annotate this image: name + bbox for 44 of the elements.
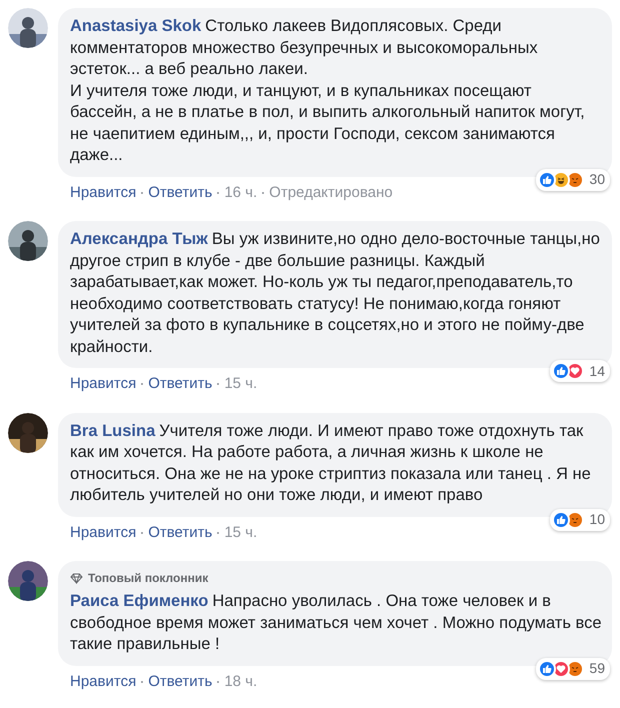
dot-separator: [217, 532, 220, 534]
timestamp: 18 ч.: [224, 672, 258, 692]
diamond-icon: [70, 572, 83, 584]
comment-text: Раиса Ефименко Напрасно уволилась . Она тоже человек и в свободное время может заниматься чем хочет . Можно подумать все такие правильные !: [70, 591, 602, 655]
like-icon: [538, 170, 556, 188]
dot-separator: [141, 680, 144, 683]
comment-text: Bra Lusina Учителя тоже люди. И имеют право тоже отдохнуть так как им хочется. На работе работа, а личная жизнь к школе не относиться. Она же не на уроке стриптиз показала или танец . Я не любитель учителей но они тоже люди, и имеют право: [70, 420, 592, 506]
comment-text: Anastasiya Skok Столько лакеев Видоплясовых. Среди комментаторов множество безупречных и высокоморальных эстеток... а веб реально лакеи. И учителя тоже люди, и танцуют, и в купальниках посещают бассейн, а не в платье в пол, и выпить алкогольный напиток могут, не чаепитием единым,,, и, прости Господи, сексом занимаются даже...: [70, 16, 586, 166]
action-link[interactable]: Нравится: [70, 182, 136, 204]
action-link[interactable]: Нравится: [70, 522, 136, 544]
action-link[interactable]: Ответить: [148, 373, 212, 396]
reaction-count: 14: [589, 362, 605, 380]
reaction-count: 10: [589, 510, 605, 529]
like-icon: [538, 660, 556, 678]
badge-label: Топовый поклонник: [88, 570, 208, 587]
timestamp: 15 ч.: [224, 522, 258, 542]
dot-separator: [217, 680, 220, 683]
reactions-pill[interactable]: 14: [550, 360, 610, 382]
action-link[interactable]: Ответить: [148, 522, 212, 544]
timestamp: 15 ч.: [224, 374, 258, 394]
reactions-pill[interactable]: 30: [536, 168, 610, 190]
reaction-count: 59: [589, 659, 605, 678]
author-link[interactable]: Anastasiya Skok: [70, 17, 202, 35]
reactions-pill[interactable]: 10: [550, 508, 610, 530]
like-icon: [552, 362, 570, 380]
dot-separator: [262, 192, 264, 194]
timestamp: 16 ч.: [224, 182, 258, 202]
dot-separator: [217, 383, 220, 386]
dot-separator: [141, 192, 144, 194]
comment-text: Александра Тыж Вы уж извините,но одно дело-восточные танцы,но другое стрип в клубе - две большие разницы. Каждый зарабатывает,как может. Но-коль уж ты педагог,преподаватель,то необходимо соответствовать статусу! Не понимаю,когда гоняют учителей за фото в купальнике в соцсетях,но и этого не пойму-две крайности.: [70, 229, 601, 358]
dot-separator: [217, 192, 220, 194]
dot-separator: [141, 383, 144, 386]
reactions-pill[interactable]: 59: [536, 658, 610, 680]
like-icon: [552, 510, 570, 528]
author-link[interactable]: Александра Тыж: [70, 230, 208, 248]
action-link[interactable]: Ответить: [148, 182, 212, 204]
author-link[interactable]: Раиса Ефименко: [70, 592, 208, 610]
action-link[interactable]: Ответить: [148, 670, 212, 693]
action-link[interactable]: Нравится: [70, 670, 136, 693]
author-link[interactable]: Bra Lusina: [70, 422, 156, 440]
reaction-count: 30: [589, 170, 605, 189]
edited-label: Отредактировано: [269, 182, 393, 202]
dot-separator: [141, 532, 144, 534]
action-link[interactable]: Нравится: [70, 373, 136, 396]
